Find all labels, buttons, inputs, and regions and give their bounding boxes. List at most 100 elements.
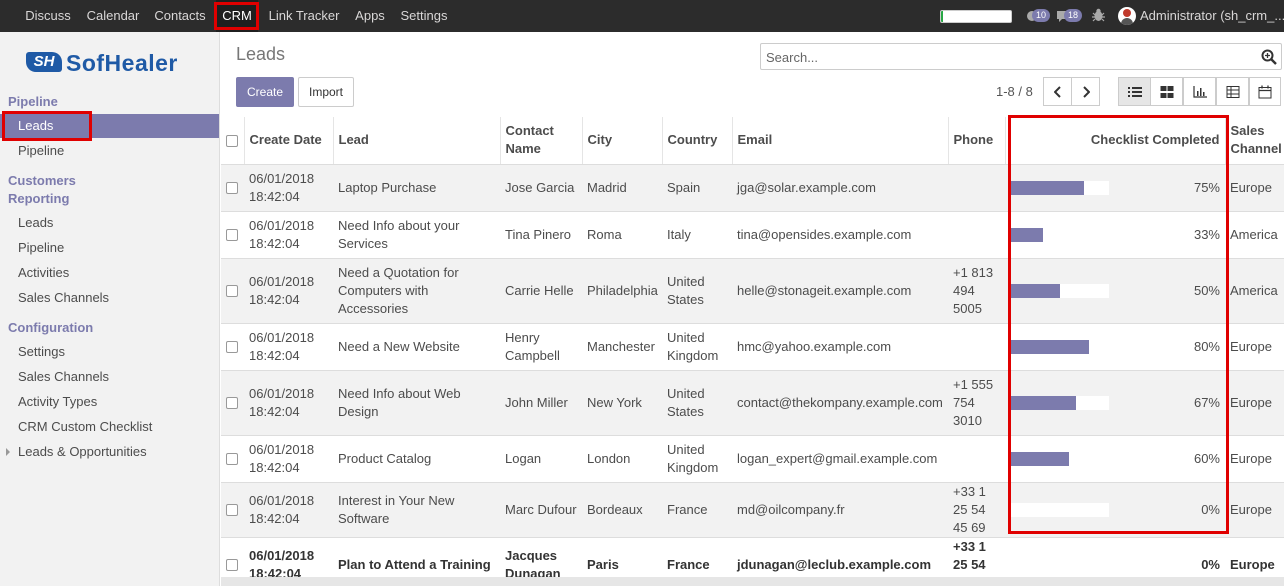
section-customers-reporting: Customers Reporting <box>8 173 76 206</box>
row-select-cell <box>221 211 244 259</box>
select-all-checkbox[interactable] <box>226 134 238 147</box>
menu-apps[interactable]: Apps <box>348 0 392 32</box>
chevron-right-icon <box>1082 85 1090 98</box>
header-email[interactable]: Email <box>732 117 949 165</box>
sidebar-item-config-settings[interactable]: Settings <box>0 340 219 364</box>
user-avatar[interactable] <box>1118 7 1136 25</box>
cell-email: helle@stonageit.example.com <box>732 258 948 324</box>
pager-value[interactable]: 1-8 / 8 <box>996 84 1033 99</box>
sidebar-item-activity-types[interactable]: Activity Types <box>0 390 219 414</box>
kanban-view-button[interactable] <box>1150 77 1183 106</box>
search-icon[interactable] <box>1261 49 1277 65</box>
cell-create-date: 06/01/2018 18:42:04 <box>244 323 333 371</box>
kanban-icon <box>1160 85 1173 98</box>
row-checkbox[interactable] <box>226 182 238 195</box>
import-button[interactable]: Import <box>298 77 354 107</box>
sidebar-item-sales-channels[interactable]: Sales Channels <box>0 286 219 310</box>
cell-email: tina@opensides.example.com <box>732 211 948 259</box>
cell-city: New York <box>582 370 662 436</box>
list-icon <box>1127 86 1142 97</box>
checklist-highlight-box <box>1008 115 1229 534</box>
row-checkbox[interactable] <box>226 397 238 410</box>
row-checkbox[interactable] <box>226 229 238 242</box>
cell-sales-channel: Europe <box>1225 482 1284 538</box>
cell-email: logan_expert@gmail.example.com <box>732 435 948 483</box>
section-configuration: Configuration <box>8 320 94 335</box>
cell-create-date: 06/01/2018 18:42:04 <box>244 164 333 212</box>
row-select-cell <box>221 482 244 538</box>
header-sales-channel[interactable]: Sales Channel <box>1225 117 1284 165</box>
header-create-date[interactable]: Create Date <box>244 117 334 165</box>
cell-sales-channel: Europe <box>1225 370 1284 436</box>
cell-create-date: 06/01/2018 18:42:04 <box>244 435 333 483</box>
cell-create-date: 06/01/2018 18:42:04 <box>244 211 333 259</box>
header-city[interactable]: City <box>582 117 663 165</box>
cell-lead: Need a Quotation for Computers with Acce… <box>333 258 500 324</box>
messages-indicator[interactable]: 10 <box>1026 8 1051 24</box>
row-checkbox[interactable] <box>226 341 238 354</box>
row-checkbox[interactable] <box>226 559 238 572</box>
menu-settings[interactable]: Settings <box>396 0 452 32</box>
create-button[interactable]: Create <box>236 77 294 107</box>
row-checkbox[interactable] <box>226 285 238 298</box>
calendar-view-button[interactable] <box>1249 77 1281 106</box>
row-select-cell <box>221 370 244 436</box>
menu-contacts[interactable]: Contacts <box>148 0 212 32</box>
cell-contact-name: Tina Pinero <box>500 211 582 259</box>
bug-icon <box>1092 8 1105 22</box>
caret-right-icon <box>6 448 10 456</box>
cell-lead: Need Info about your Services <box>333 211 500 259</box>
cell-city: Manchester <box>582 323 662 371</box>
sidebar-item-crm-custom-checklist[interactable]: CRM Custom Checklist <box>0 415 219 439</box>
select-all-cell <box>221 117 245 165</box>
sidebar-item-pipeline[interactable]: Pipeline <box>0 139 219 163</box>
cell-phone: +1 813 494 5005 <box>948 258 1005 324</box>
crm-highlight-box <box>214 2 259 30</box>
graph-view-button[interactable] <box>1183 77 1216 106</box>
menu-discuss[interactable]: Discuss <box>14 0 82 32</box>
header-lead[interactable]: Lead <box>333 117 501 165</box>
menu-calendar[interactable]: Calendar <box>82 0 144 32</box>
row-select-cell <box>221 435 244 483</box>
sidebar-item-activities[interactable]: Activities <box>0 261 219 285</box>
cell-contact-name: Logan <box>500 435 582 483</box>
sidebar: SH SofHealer Pipeline Leads Pipeline Cus… <box>0 32 220 586</box>
cell-country: United Kingdom <box>662 323 732 371</box>
cell-lead: Need Info about Web Design <box>333 370 500 436</box>
sidebar-item-config-sales-channels[interactable]: Sales Channels <box>0 365 219 389</box>
chat-indicator[interactable]: 18 <box>1056 8 1083 24</box>
cell-email: contact@thekompany.example.com <box>732 370 948 436</box>
cell-city: Bordeaux <box>582 482 662 538</box>
pager-next-button[interactable] <box>1071 77 1100 106</box>
cell-lead: Laptop Purchase <box>333 164 500 212</box>
cell-phone: +1 555 754 3010 <box>948 370 1005 436</box>
row-select-cell <box>221 258 244 324</box>
pivot-view-button[interactable] <box>1216 77 1249 106</box>
cell-phone: +33 1 25 54 45 69 <box>948 482 1005 538</box>
menu-link-tracker[interactable]: Link Tracker <box>264 0 344 32</box>
table-icon <box>1226 85 1239 98</box>
logo-text: SofHealer <box>66 50 178 76</box>
user-menu[interactable]: Administrator (sh_crm_... <box>1140 0 1284 32</box>
cell-create-date: 06/01/2018 18:42:04 <box>244 258 333 324</box>
pager-previous-button[interactable] <box>1043 77 1072 106</box>
progress-widget[interactable] <box>940 10 1012 23</box>
header-country[interactable]: Country <box>662 117 733 165</box>
sidebar-item-label: Leads & Opportunities <box>18 444 147 459</box>
cell-country: United States <box>662 258 732 324</box>
sidebar-item-leads-opportunities[interactable]: Leads & Opportunities <box>0 440 219 464</box>
header-phone[interactable]: Phone <box>948 117 1006 165</box>
sidebar-item-reporting-leads[interactable]: Leads <box>0 211 219 235</box>
cell-contact-name: Henry Campbell <box>500 323 582 371</box>
logo-mark: SH <box>26 52 62 72</box>
row-checkbox[interactable] <box>226 453 238 466</box>
debug-indicator[interactable] <box>1092 8 1106 24</box>
sidebar-item-reporting-pipeline[interactable]: Pipeline <box>0 236 219 260</box>
row-select-cell <box>221 164 244 212</box>
search-input[interactable] <box>766 48 1256 66</box>
list-view-button[interactable] <box>1118 77 1151 106</box>
cell-lead: Need a New Website <box>333 323 500 371</box>
cell-phone <box>948 323 1005 371</box>
row-checkbox[interactable] <box>226 504 238 517</box>
header-contact-name[interactable]: Contact Name <box>500 117 583 165</box>
